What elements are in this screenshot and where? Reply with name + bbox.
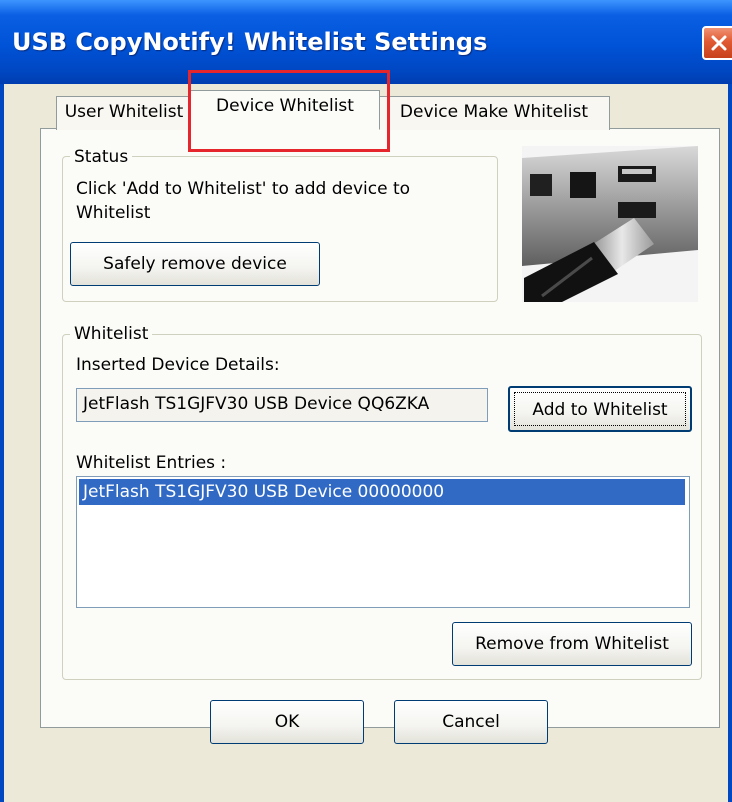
cancel-label: Cancel	[442, 712, 500, 732]
title-bar: USB CopyNotify! Whitelist Settings	[0, 0, 732, 84]
tab-label: User Whitelist	[64, 102, 184, 122]
window-border-left	[0, 84, 4, 802]
focus-rectangle	[514, 392, 686, 426]
window-border-right	[728, 84, 732, 802]
add-to-whitelist-button[interactable]: Add to Whitelist	[508, 386, 692, 432]
inserted-device-details-label: Inserted Device Details:	[76, 355, 280, 375]
tab-device-make-whitelist[interactable]: Device Make Whitelist	[378, 96, 610, 130]
close-button[interactable]	[702, 26, 732, 60]
whitelist-entries-list[interactable]: JetFlash TS1GJFV30 USB Device 00000000	[76, 476, 690, 608]
safely-remove-device-button[interactable]: Safely remove device	[70, 242, 320, 286]
whitelist-legend: Whitelist	[70, 324, 153, 344]
remove-from-whitelist-button[interactable]: Remove from Whitelist	[452, 622, 692, 666]
status-message-line2: Whitelist	[76, 203, 151, 223]
cancel-button[interactable]: Cancel	[394, 700, 548, 744]
safely-remove-label: Safely remove device	[103, 254, 287, 274]
ok-button[interactable]: OK	[210, 700, 364, 744]
tab-label: Device Make Whitelist	[399, 102, 589, 122]
status-message-line1: Click 'Add to Whitelist' to add device t…	[76, 179, 411, 199]
window-title: USB CopyNotify! Whitelist Settings	[12, 28, 488, 56]
list-item[interactable]: JetFlash TS1GJFV30 USB Device 00000000	[79, 479, 685, 505]
inserted-device-details-field[interactable]: JetFlash TS1GJFV30 USB Device QQ6ZKA	[76, 388, 488, 422]
tab-user-whitelist[interactable]: User Whitelist	[56, 96, 192, 130]
usb-plug-photo	[522, 146, 698, 302]
ok-label: OK	[274, 712, 300, 732]
remove-from-whitelist-label: Remove from Whitelist	[475, 634, 669, 654]
tab-device-whitelist[interactable]: Device Whitelist	[190, 90, 380, 130]
tab-label: Device Whitelist	[216, 96, 354, 116]
whitelist-entries-label: Whitelist Entries :	[76, 453, 227, 473]
close-icon	[711, 35, 727, 51]
status-legend: Status	[70, 147, 133, 167]
